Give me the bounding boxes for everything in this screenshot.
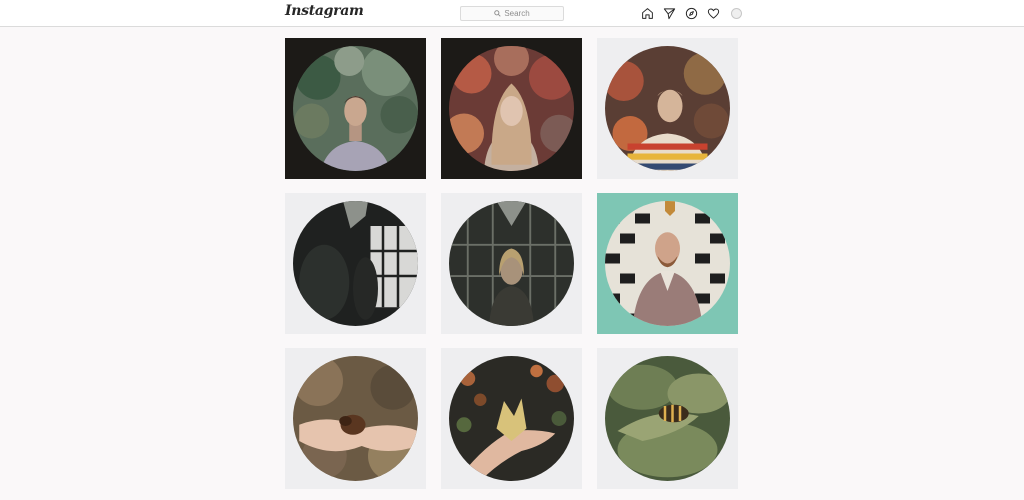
post-thumbnail[interactable]	[597, 348, 738, 489]
post-thumbnail[interactable]	[285, 38, 426, 179]
post-thumbnail[interactable]	[597, 193, 738, 334]
polaroid-photo	[605, 201, 730, 326]
polaroid-photo	[293, 201, 418, 326]
post-thumbnail[interactable]	[285, 193, 426, 334]
post-thumbnail[interactable]	[441, 348, 582, 489]
search-icon	[494, 10, 501, 17]
activity-heart-icon[interactable]	[706, 6, 721, 21]
explore-icon[interactable]	[684, 6, 699, 21]
post-thumbnail[interactable]	[441, 38, 582, 179]
instagram-logo[interactable]: Instagram	[285, 3, 364, 19]
post-grid	[285, 38, 738, 489]
polaroid-photo	[293, 46, 418, 171]
profile-avatar[interactable]	[731, 8, 742, 19]
polaroid-photo	[449, 356, 574, 481]
search-input[interactable]: Search	[460, 6, 564, 21]
top-navigation-bar: Instagram Search	[0, 0, 1024, 27]
post-thumbnail[interactable]	[597, 38, 738, 179]
home-icon[interactable]	[640, 6, 655, 21]
direct-icon[interactable]	[662, 6, 677, 21]
post-thumbnail[interactable]	[285, 348, 426, 489]
polaroid-photo	[449, 46, 574, 171]
polaroid-photo	[605, 356, 730, 481]
polaroid-photo	[605, 46, 730, 171]
polaroid-photo	[293, 356, 418, 481]
post-thumbnail[interactable]	[441, 193, 582, 334]
nav-icons	[640, 6, 742, 21]
polaroid-photo	[449, 201, 574, 326]
search-placeholder: Search	[504, 9, 530, 18]
